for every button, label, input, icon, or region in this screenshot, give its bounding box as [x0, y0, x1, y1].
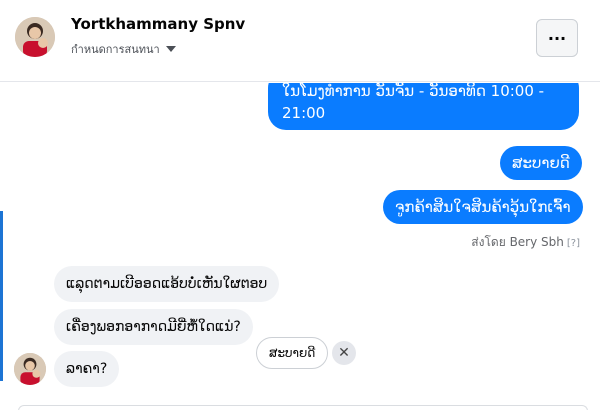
conversation-label-text: กำหนดการสนทนา	[71, 43, 160, 56]
contact-name[interactable]: Yortkhammany Spnv	[71, 15, 245, 33]
conversation-label[interactable]: กำหนดการสนทนา	[71, 40, 176, 58]
incoming-message[interactable]: ລາຄາ?	[54, 351, 120, 387]
outgoing-message[interactable]: ໃນໂມງທຳການ ວັນຈັນ - ວັນອາທິດ 10:00 - 21:…	[268, 83, 579, 130]
outgoing-message[interactable]: ສະບາຍດີ	[500, 146, 582, 180]
sent-by-text: ส่งโดย Bery Sbh	[471, 235, 564, 249]
more-icon: ···	[547, 28, 567, 48]
scroll-indicator	[0, 211, 3, 381]
incoming-message[interactable]: ເຄື່ອງພອກອາກາດມີຍີ່ຫໍ້ໃດແນ່?	[54, 309, 253, 345]
close-icon[interactable]: ✕	[332, 341, 356, 365]
caret-down-icon[interactable]	[165, 46, 176, 52]
help-link[interactable]: [?]	[567, 238, 580, 249]
composer-box[interactable]	[18, 405, 588, 410]
sent-by-label: ส่งโดย Bery Sbh [?]	[471, 233, 580, 252]
message-thread: ໃນໂມງທຳການ ວັນຈັນ - ວັນອາທິດ 10:00 - 21:…	[0, 83, 600, 410]
more-options-button[interactable]: ···	[536, 19, 578, 57]
contact-avatar[interactable]	[15, 17, 55, 57]
conversation-header: Yortkhammany Spnv กำหนดการสนทนา ···	[0, 0, 600, 82]
incoming-message[interactable]: ແລຸດຕາມເບີ​ອອດແອ້ບບໍ່ເຫັນໃຜຕອບ	[54, 266, 280, 302]
quick-reply-chip[interactable]: ສະບາຍດີ	[256, 337, 329, 369]
sender-avatar	[14, 353, 46, 385]
outgoing-message[interactable]: ຈູກຄ້າສິນໃຈສິນຄ້າວຸ້ນໃກເຈົ້າ	[383, 190, 583, 224]
